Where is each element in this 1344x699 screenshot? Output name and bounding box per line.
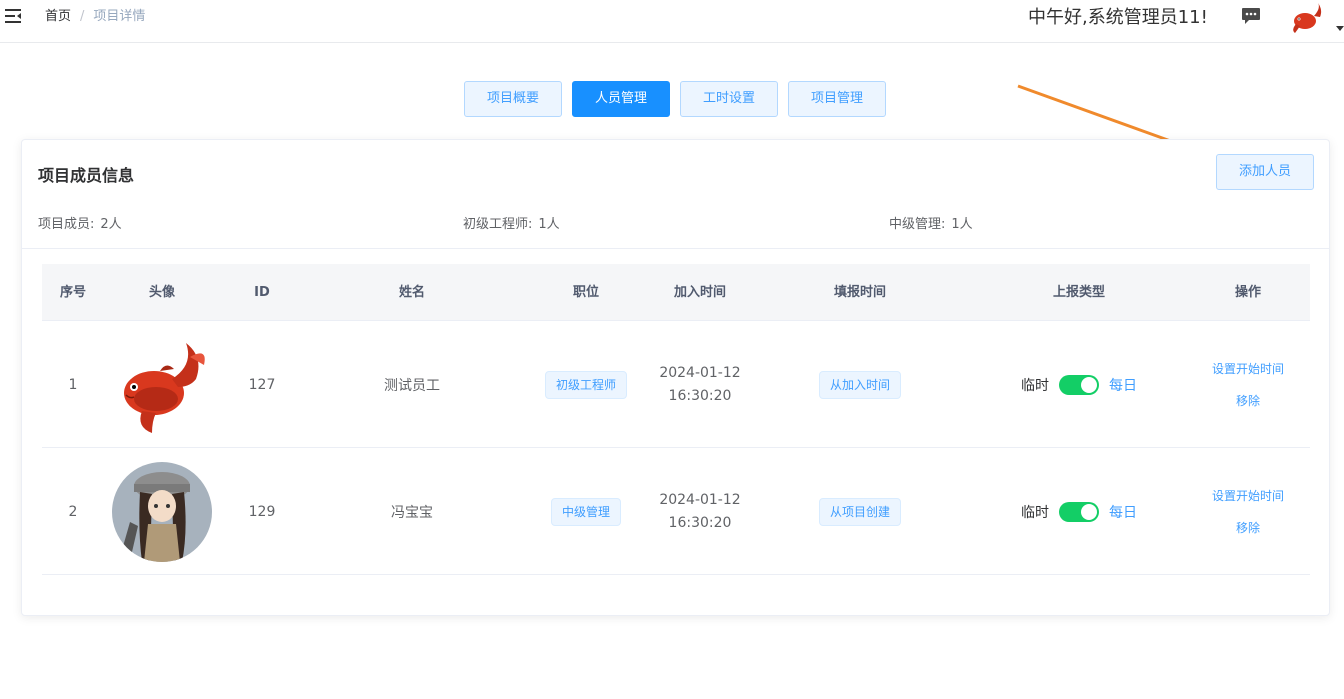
add-member-button[interactable]: 添加人员 [1216,154,1314,190]
switch-label-temporary[interactable]: 临时 [1021,375,1049,395]
member-name: 冯宝宝 [391,504,433,521]
member-info-card: 项目成员信息 添加人员 项目成员: 2人 初级工程师: 1人 中级管理: 1人 序号 … [21,139,1330,616]
join-time: 16:30:20 [668,387,732,404]
column-header-position: 职位 [572,285,599,300]
avatar [104,448,220,575]
column-header-name: 姓名 [398,285,425,300]
tab-project-management[interactable]: 项目管理 [788,81,886,117]
report-type-toggle[interactable] [1059,374,1099,395]
column-header-actions: 操作 [1234,285,1261,300]
report-time-cell: 从项目创建 [748,448,972,575]
summary-label: 项目成员: [38,217,95,232]
report-type-cell: 临时 每日 [972,448,1186,575]
position-tag: 初级工程师 [544,370,627,399]
breadcrumb-separator: / [80,9,85,24]
summary-value: 1人 [951,217,973,232]
join-time: 16:30:20 [668,514,732,531]
join-time-cell: 2024-01-12 16:30:20 [652,321,748,448]
top-bar: 首页 / 项目详情 中午好,系统管理员11! [0,0,1344,43]
breadcrumb-current: 项目详情 [93,9,146,24]
breadcrumb-home[interactable]: 首页 [45,9,71,24]
user-avatar[interactable] [1290,2,1324,34]
member-id: 129 [248,503,276,520]
column-header-report-type: 上报类型 [1052,285,1105,300]
column-header-report-time: 填报时间 [833,285,886,300]
column-header-join-time: 加入时间 [673,285,726,300]
card-title: 项目成员信息 [38,166,135,185]
avatar [104,321,220,448]
breadcrumb: 首页 / 项目详情 [45,9,145,25]
remove-link[interactable]: 移除 [1236,393,1260,409]
actions-cell: 设置开始时间 移除 [1186,448,1310,575]
report-type-switch: 临时 每日 [1021,374,1137,395]
report-type-switch: 临时 每日 [1021,501,1137,522]
switch-label-daily[interactable]: 每日 [1109,502,1137,522]
report-time-tag: 从加入时间 [818,370,901,399]
member-id: 127 [248,376,276,393]
summary-label: 中级管理: [889,217,946,232]
switch-label-daily[interactable]: 每日 [1109,375,1137,395]
report-type-cell: 临时 每日 [972,321,1186,448]
tab-member-management[interactable]: 人员管理 [572,81,670,117]
summary-mid-manager: 中级管理: 1人 [889,213,973,232]
join-time-cell: 2024-01-12 16:30:20 [652,448,748,575]
actions-cell: 设置开始时间 移除 [1186,321,1310,448]
toggle-knob [1081,503,1097,520]
toggle-knob [1081,376,1097,393]
report-time-tag: 从项目创建 [818,497,901,526]
member-name: 测试员工 [384,377,440,394]
summary-value: 1人 [538,217,560,232]
join-date: 2024-01-12 [659,364,741,381]
report-time-cell: 从加入时间 [748,321,972,448]
anime-girl-avatar [112,461,212,562]
report-type-toggle[interactable] [1059,501,1099,522]
row-index: 1 [68,376,78,393]
greeting-text: 中午好,系统管理员11! [1028,7,1208,28]
message-icon[interactable] [1241,7,1261,25]
column-header-avatar: 头像 [148,285,175,300]
remove-link[interactable]: 移除 [1236,520,1260,536]
switch-label-temporary[interactable]: 临时 [1021,502,1049,522]
set-start-time-link[interactable]: 设置开始时间 [1212,361,1284,377]
join-date: 2024-01-12 [659,491,741,508]
summary-value: 2人 [100,217,122,232]
join-datetime: 2024-01-12 16:30:20 [659,489,740,535]
set-start-time-link[interactable]: 设置开始时间 [1212,488,1284,504]
summary-label: 初级工程师: [463,217,533,232]
position-cell: 初级工程师 [520,321,652,448]
koi-fish-avatar [124,342,205,433]
table-header: 序号 头像 ID 姓名 职位 加入时间 填报时间 上报类型 操作 [42,264,1310,321]
divider [22,248,1329,249]
row-actions: 设置开始时间 移除 [1212,361,1284,409]
table-row: 2 129 冯宝宝 中级管理 2024-01-12 16:30:20 从项目创建… [42,448,1310,575]
dropdown-caret-icon[interactable] [1336,26,1344,31]
column-header-id: ID [254,285,270,300]
position-cell: 中级管理 [520,448,652,575]
tab-hours-settings[interactable]: 工时设置 [680,81,778,117]
position-tag: 中级管理 [550,497,621,526]
tab-project-overview[interactable]: 项目概要 [464,81,562,117]
menu-fold-icon[interactable] [5,9,21,23]
column-header-index: 序号 [59,285,86,300]
join-datetime: 2024-01-12 16:30:20 [659,362,740,408]
summary-total: 项目成员: 2人 [38,213,122,232]
row-actions: 设置开始时间 移除 [1212,488,1284,536]
table-row: 1 127 测试员工 初级工程师 2024-01-12 16:30:20 从加入… [42,321,1310,448]
summary-junior-engineer: 初级工程师: 1人 [463,213,560,232]
row-index: 2 [68,503,78,520]
